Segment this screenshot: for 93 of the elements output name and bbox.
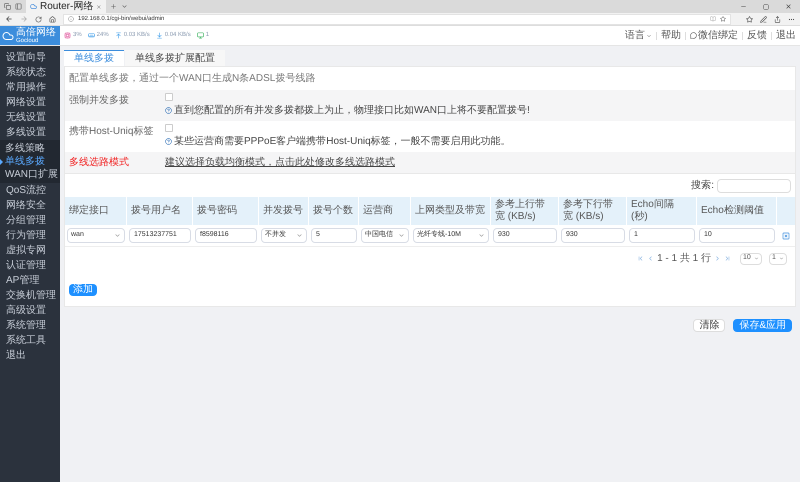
cloud-icon — [2, 30, 14, 42]
browser-tab[interactable]: Router-网络 — [26, 0, 106, 13]
sidebar-subitem[interactable]: WAN口扩展 — [0, 168, 60, 181]
column-header: 参考下行带宽 (KB/s) — [563, 199, 614, 223]
star-icon[interactable] — [720, 16, 726, 22]
pen-icon[interactable] — [760, 16, 767, 22]
next-page-icon[interactable] — [714, 255, 721, 262]
header-link[interactable]: 反馈 — [747, 28, 767, 43]
hint-text: 某些运营商需要PPPoE客户端携带Host-Uniq标签，一般不需要启用此功能。 — [174, 134, 511, 149]
sidebar-subitem[interactable]: 多线策略 — [0, 142, 60, 155]
help-icon — [165, 138, 172, 145]
sidebar-item[interactable]: QoS流控 — [0, 183, 60, 198]
share-icon[interactable] — [774, 16, 781, 22]
help-icon — [165, 107, 172, 114]
chevron-icon — [754, 256, 759, 261]
action-button[interactable]: 清除 — [693, 319, 726, 332]
checkbox[interactable] — [165, 124, 173, 132]
chevron-icon — [779, 256, 784, 261]
option-label: 多线选路模式 — [69, 156, 130, 170]
chevron-icon — [398, 232, 405, 239]
first-page-icon[interactable] — [637, 255, 644, 262]
header-link[interactable]: 微信绑定 — [690, 28, 738, 43]
monitor-icon — [196, 32, 204, 39]
sidebar-item[interactable]: 认证管理 — [0, 258, 60, 273]
column-header: 绑定接口 — [69, 205, 109, 217]
column-header: 拨号密码 — [197, 205, 237, 217]
header-link[interactable]: 退出 — [776, 28, 796, 43]
column-header: 上网类型及带宽 — [415, 205, 485, 217]
maximize-icon[interactable] — [763, 4, 769, 10]
sidebar-item[interactable]: 退出 — [0, 348, 60, 363]
hint-text: 直到您配置的所有并发多拨都拨上为止，物理接口比如WAN口上将不要配置拨号! — [174, 104, 530, 118]
column-header: 拨号个数 — [313, 205, 353, 217]
sidebar-item[interactable]: 高级设置 — [0, 303, 60, 318]
minimize-icon[interactable] — [740, 3, 747, 10]
home-icon[interactable] — [49, 16, 56, 22]
sidebar-item[interactable]: AP管理 — [0, 273, 60, 288]
sidebar-item[interactable]: 交换机管理 — [0, 288, 60, 303]
sidebar-item[interactable]: 分组管理 — [0, 213, 60, 228]
new-tab-icon[interactable] — [110, 3, 117, 10]
back-icon[interactable] — [5, 15, 13, 23]
sidebar-item[interactable]: 常用操作 — [0, 80, 60, 95]
sidebar-item[interactable]: 行为管理 — [0, 228, 60, 243]
column-header: Echo检测阈值 — [701, 205, 764, 217]
column-header: 运营商 — [363, 205, 393, 217]
description: 配置单线多拨，通过一个WAN口生成N条ADSL拨号线路 — [68, 72, 316, 86]
sidebar-item[interactable]: 网络设置 — [0, 95, 60, 110]
column-header: 并发拨号 — [263, 205, 303, 217]
reading-icon[interactable] — [710, 16, 716, 22]
tab[interactable]: 单线多拨 — [64, 50, 124, 66]
chevron-icon — [478, 232, 485, 239]
option-label: 强制并发多拨 — [69, 94, 130, 108]
last-page-icon[interactable] — [724, 255, 731, 262]
checkbox[interactable] — [165, 93, 173, 101]
chevron-icon — [114, 232, 121, 239]
tab[interactable]: 单线多拨扩展配置 — [125, 50, 225, 66]
sidebar-item[interactable]: 系统状态 — [0, 65, 60, 80]
sidebar-item[interactable]: 多线设置 — [0, 125, 60, 140]
panel-icon[interactable] — [15, 3, 22, 10]
sidebar-item[interactable]: 网络安全 — [0, 198, 60, 213]
chat-icon — [690, 32, 697, 39]
info-icon — [68, 16, 74, 22]
download-icon — [156, 32, 163, 39]
upload-icon — [114, 32, 122, 39]
chevron-icon[interactable] — [121, 3, 128, 10]
close-icon[interactable] — [785, 3, 792, 10]
tabs-icon[interactable] — [4, 3, 11, 10]
logo-title: 高倍网络 — [16, 28, 56, 38]
column-header: 拨号用户名 — [131, 205, 181, 217]
cpu-icon — [64, 32, 71, 39]
prev-page-icon[interactable] — [647, 255, 654, 262]
page-info: 1 - 1 共 1 行 — [657, 252, 711, 266]
chevron-icon — [296, 232, 303, 239]
sidebar-item[interactable]: 无线设置 — [0, 110, 60, 125]
header-link[interactable]: 帮助 — [661, 28, 681, 43]
header-link[interactable]: 语言 — [625, 28, 652, 43]
favorites-icon[interactable] — [746, 16, 753, 22]
search-label: 搜索: — [691, 178, 714, 193]
caret-icon — [646, 32, 652, 38]
sidebar-item[interactable]: 系统工具 — [0, 333, 60, 348]
memory-icon — [88, 32, 95, 39]
option-label: 携带Host-Uniq标签 — [69, 124, 154, 139]
forward-icon[interactable] — [20, 15, 28, 23]
search-field[interactable] — [717, 178, 791, 192]
sidebar-item[interactable]: 设置向导 — [0, 50, 60, 65]
sidebar-item[interactable]: 系统管理 — [0, 318, 60, 333]
sidebar-item[interactable]: 虚拟专网 — [0, 243, 60, 258]
refresh-icon[interactable] — [35, 16, 42, 22]
sidebar-subitem[interactable]: 单线多拨 — [0, 155, 60, 168]
column-header: Echo间隔 (秒) — [631, 199, 675, 223]
cloud-icon — [30, 3, 37, 10]
column-header: 参考上行带宽 (KB/s) — [495, 199, 546, 223]
delete-icon[interactable] — [782, 232, 790, 240]
route-mode-link[interactable]: 建议选择负载均衡模式，点击此处修改多线选路模式 — [165, 155, 395, 170]
